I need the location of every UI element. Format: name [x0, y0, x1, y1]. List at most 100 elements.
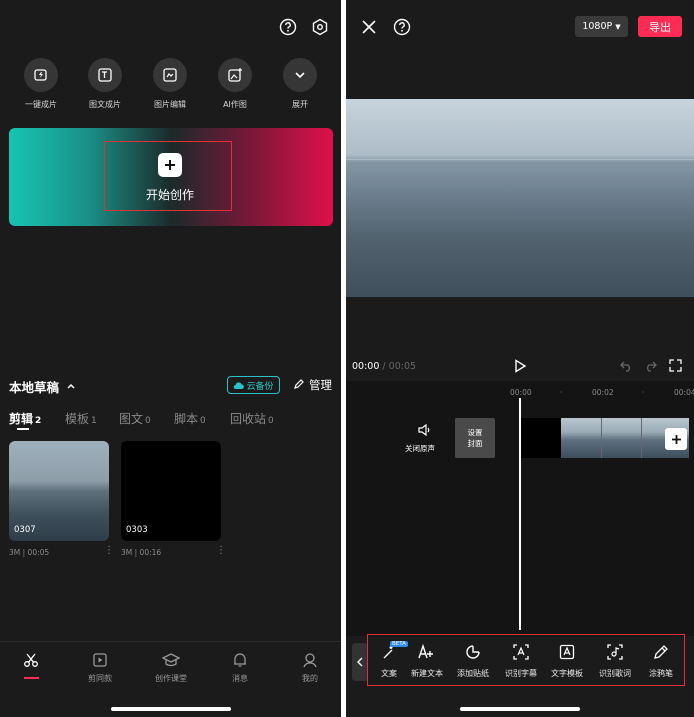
- cover-label: 封面: [467, 439, 483, 448]
- tool-label: 添加贴纸: [457, 669, 489, 678]
- speaker-icon[interactable]: [418, 424, 432, 436]
- profile-icon[interactable]: [302, 652, 318, 668]
- cloud-backup-label: 云备份: [246, 381, 274, 392]
- pen-icon: [654, 645, 668, 659]
- fullscreen-icon[interactable]: [669, 359, 682, 372]
- video-preview[interactable]: [346, 99, 694, 297]
- doodle-pen-button[interactable]: 涂鸦笔: [637, 644, 685, 679]
- ruler-tick: 00:00: [510, 388, 532, 397]
- project-meta: 3M | 00:16: [121, 548, 162, 557]
- auto-video-button[interactable]: [24, 58, 58, 92]
- caption-recognize-icon: [513, 644, 529, 660]
- tab-edit[interactable]: 剪辑 2: [9, 410, 41, 427]
- tab-count: 0: [200, 416, 206, 426]
- nav-label: 消息: [232, 674, 248, 683]
- plus-icon: [671, 434, 681, 444]
- start-creating-label: 开始创作: [145, 188, 194, 202]
- sticker-icon: [466, 645, 480, 659]
- tab-label: 脚本: [174, 412, 199, 426]
- tool-label: 新建文本: [411, 669, 443, 678]
- frame-divider: [601, 418, 602, 458]
- tab-count: 2: [35, 416, 42, 426]
- template-play-icon[interactable]: [92, 652, 108, 668]
- time-separator: /: [382, 361, 386, 372]
- undo-icon[interactable]: [620, 360, 633, 372]
- text-to-video-icon: [98, 68, 112, 82]
- chevron-left-icon: [357, 657, 363, 667]
- nav-active-indicator: [24, 677, 39, 679]
- expand-button[interactable]: [283, 58, 317, 92]
- ai-image-button[interactable]: [218, 58, 252, 92]
- mute-original-label[interactable]: 关闭原声: [405, 443, 435, 454]
- play-icon[interactable]: [513, 359, 527, 373]
- project-thumbnail[interactable]: 0307: [9, 441, 109, 541]
- edit-pencil-icon[interactable]: [293, 379, 304, 390]
- tab-trash[interactable]: 回收站 0: [230, 410, 274, 427]
- tool-label: 涂鸦笔: [649, 669, 673, 678]
- add-sticker-button[interactable]: 添加贴纸: [449, 644, 497, 679]
- cloud-backup-button[interactable]: 云备份: [227, 376, 280, 394]
- recognize-captions-button[interactable]: 识别字幕: [497, 644, 545, 679]
- nav-label: 剪同款: [88, 674, 112, 683]
- clip-black[interactable]: [521, 418, 561, 458]
- nav-divider: [0, 641, 341, 642]
- home-indicator: [460, 707, 580, 711]
- tool-label: 一键成片: [25, 100, 57, 109]
- text-template-button[interactable]: 文字模板: [543, 644, 591, 679]
- playhead[interactable]: [519, 398, 521, 630]
- caret-down-icon: ▼: [615, 22, 621, 31]
- tab-image-text[interactable]: 图文 0: [119, 410, 151, 427]
- bell-icon[interactable]: [232, 652, 248, 668]
- project-thumbnail[interactable]: 0303: [121, 441, 221, 541]
- nav-label: 我的: [302, 674, 318, 683]
- tool-label: 识别歌词: [599, 669, 631, 678]
- more-vertical-icon[interactable]: ⋮: [104, 545, 114, 556]
- tool-label: 图片编辑: [154, 100, 186, 109]
- nav-label: 创作课堂: [155, 674, 187, 683]
- project-size: 3M: [121, 548, 133, 557]
- scissors-icon[interactable]: [23, 652, 39, 668]
- ruler-dot: ·: [642, 388, 645, 397]
- manage-button[interactable]: 管理: [309, 377, 332, 393]
- tab-script[interactable]: 脚本 0: [174, 410, 206, 427]
- tool-label: 文字模板: [551, 669, 583, 678]
- tab-count: 1: [91, 416, 97, 426]
- export-button[interactable]: 导出: [638, 16, 682, 37]
- text-to-video-button[interactable]: [88, 58, 122, 92]
- tab-template[interactable]: 模板 1: [65, 410, 97, 427]
- new-text-button[interactable]: 新建文本: [403, 643, 451, 679]
- resolution-label: 1080P: [582, 21, 613, 32]
- tab-label: 图文: [119, 412, 144, 426]
- resolution-selector[interactable]: 1080P ▼: [575, 16, 628, 37]
- image-edit-button[interactable]: [153, 58, 187, 92]
- recognize-lyrics-button[interactable]: 识别歌词: [591, 644, 639, 679]
- project-name: 0307: [14, 525, 36, 535]
- redo-icon[interactable]: [644, 360, 657, 372]
- start-creating-banner[interactable]: 开始创作: [9, 128, 333, 226]
- tab-label: 模板: [65, 412, 90, 426]
- graduation-cap-icon[interactable]: [162, 652, 180, 668]
- project-duration: 00:05: [27, 548, 50, 557]
- frame-divider: [641, 418, 642, 458]
- project-size: 3M: [9, 548, 21, 557]
- plus-icon: [158, 153, 182, 177]
- set-cover-button[interactable]: 设置 封面: [455, 418, 495, 458]
- close-icon[interactable]: [361, 19, 377, 35]
- lyrics-recognize-icon: [607, 644, 623, 660]
- project-duration: 00:16: [139, 548, 162, 557]
- home-screen: 一键成片 图文成片 图片编辑 AI作图 展开 开始创作 本地草稿 云备份 管理 …: [0, 0, 341, 717]
- tool-label: 识别字幕: [505, 669, 537, 678]
- settings-hex-icon[interactable]: [311, 18, 329, 36]
- chevron-up-icon[interactable]: [66, 381, 76, 391]
- tool-label: 展开: [292, 100, 308, 109]
- tab-label: 回收站: [230, 412, 267, 426]
- ruler-tick: 00:02: [592, 388, 614, 397]
- project-meta: 3M | 00:05: [9, 548, 50, 557]
- tool-label: 图文成片: [89, 100, 121, 109]
- add-clip-button[interactable]: [665, 428, 687, 450]
- help-circle-icon[interactable]: [393, 18, 411, 36]
- more-vertical-icon[interactable]: ⋮: [216, 545, 226, 556]
- help-circle-icon[interactable]: [279, 18, 297, 36]
- timecode: 00:00 / 00:05: [352, 361, 416, 372]
- image-edit-icon: [163, 68, 177, 82]
